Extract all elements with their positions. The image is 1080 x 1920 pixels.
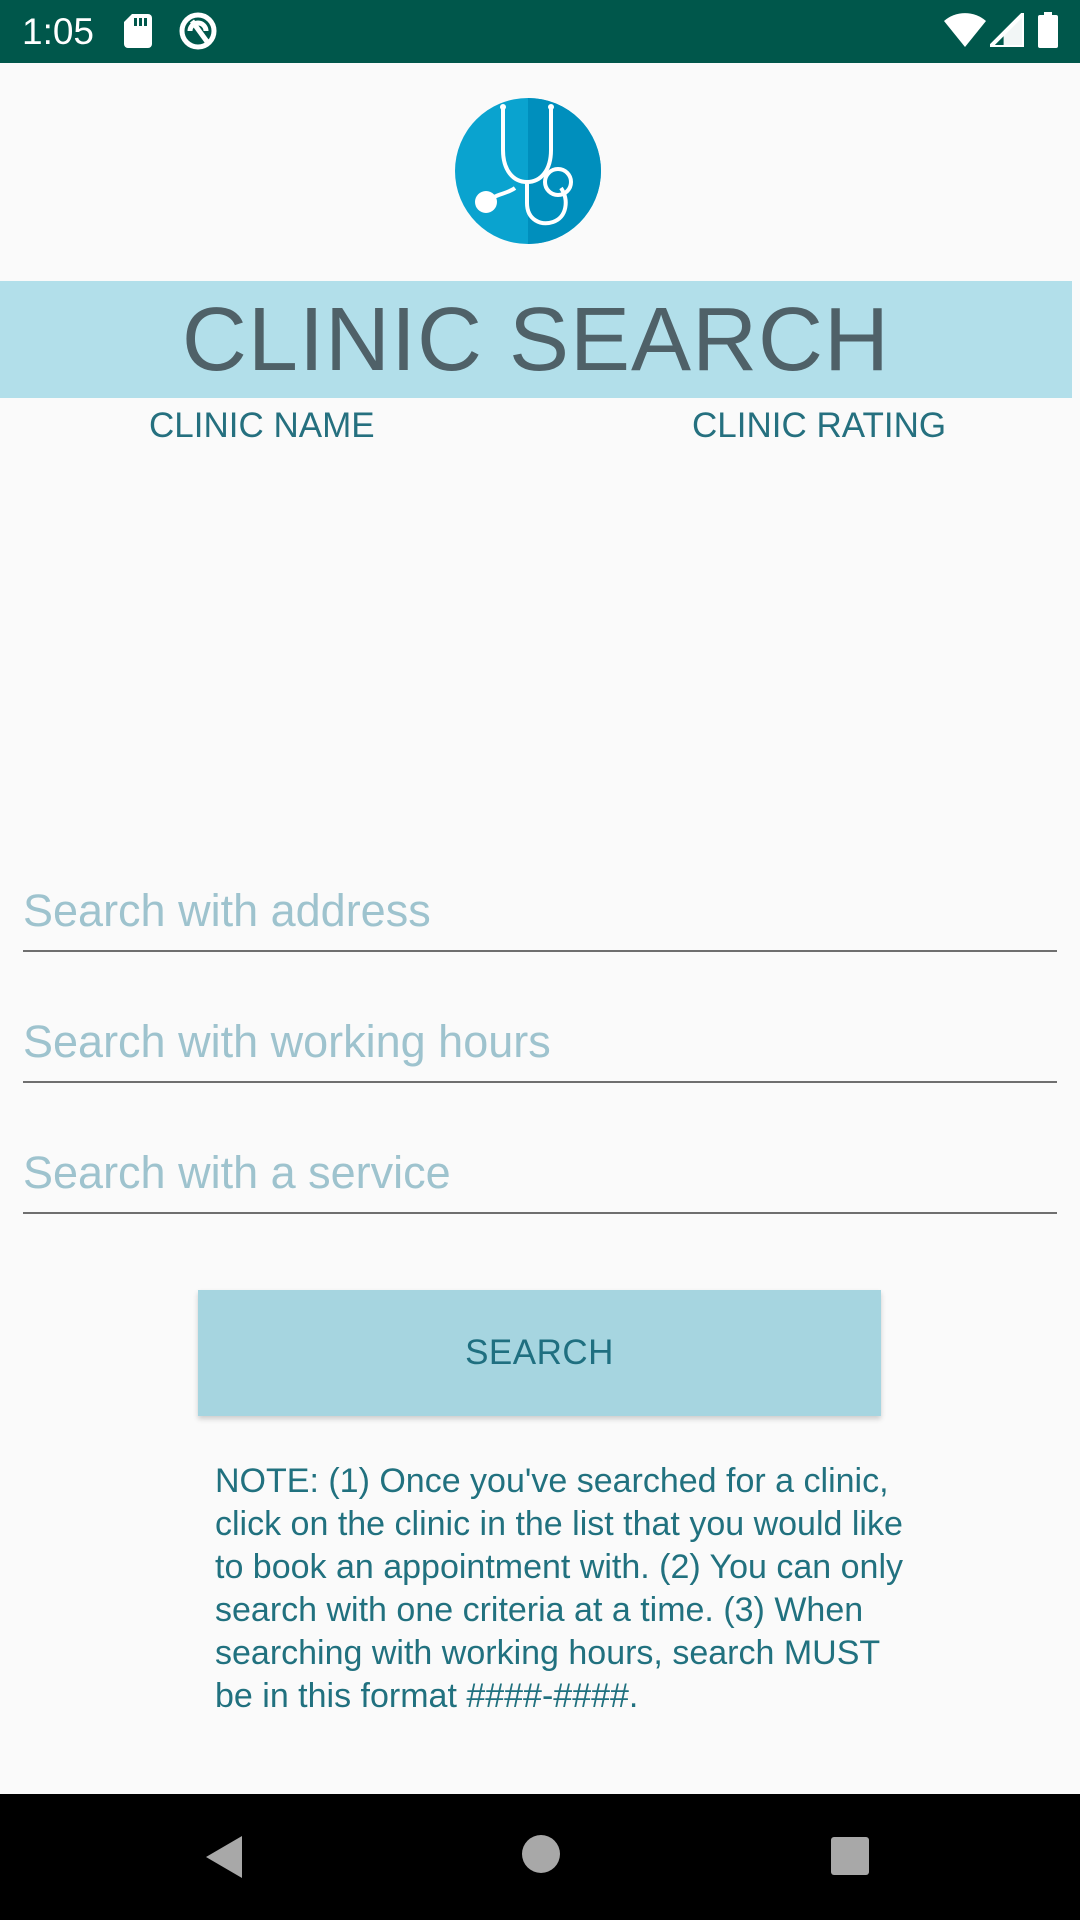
service-search-input[interactable]: [23, 1134, 1057, 1214]
clinic-search-screen: 1:05 CLINIC SEARCH CLINIC NAME CLINIC RA…: [0, 0, 1080, 1920]
sync-circle-icon: [179, 12, 217, 50]
title-banner: CLINIC SEARCH: [0, 281, 1072, 398]
stethoscope-icon: [455, 98, 601, 244]
home-icon[interactable]: [521, 1834, 561, 1874]
navigation-bar: [0, 1794, 1080, 1920]
search-note: NOTE: (1) Once you've searched for a cli…: [215, 1462, 904, 1715]
status-time: 1:05: [22, 11, 95, 52]
clinic-results-list[interactable]: [0, 450, 1080, 850]
sd-card-icon: [124, 14, 152, 48]
recents-icon[interactable]: [830, 1836, 870, 1876]
status-bar: 1:05: [0, 0, 1080, 63]
column-header-clinic-name: CLINIC NAME: [149, 406, 375, 445]
page-title: CLINIC SEARCH: [181, 289, 891, 390]
signal-icon: [990, 13, 1024, 47]
address-search-input[interactable]: [23, 872, 1057, 952]
search-button[interactable]: SEARCH: [198, 1290, 881, 1416]
battery-icon: [1038, 12, 1058, 48]
wifi-icon: [944, 13, 986, 47]
column-header-clinic-rating: CLINIC RATING: [692, 406, 947, 445]
working-hours-search-input[interactable]: [23, 1003, 1057, 1083]
back-icon[interactable]: [204, 1834, 244, 1880]
